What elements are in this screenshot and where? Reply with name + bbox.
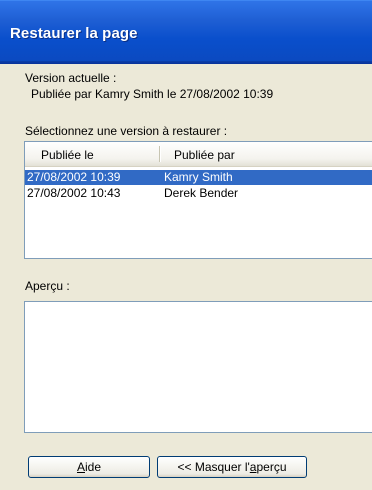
current-version-label: Version actuelle : xyxy=(25,71,117,85)
version-row[interactable]: 27/08/2002 10:39 Kamry Smith xyxy=(25,170,372,185)
version-row[interactable]: 27/08/2002 10:43 Derek Bender xyxy=(25,186,372,201)
column-separator[interactable] xyxy=(159,146,161,162)
title-bar: Restaurer la page xyxy=(0,0,372,64)
restore-page-dialog: Restaurer la page Version actuelle : Pub… xyxy=(0,0,372,490)
versions-list[interactable]: Publiée le Publiée par 27/08/2002 10:39 … xyxy=(24,141,372,259)
versions-list-header: Publiée le Publiée par xyxy=(25,142,372,167)
version-date: 27/08/2002 10:43 xyxy=(27,186,121,200)
dialog-title: Restaurer la page xyxy=(10,25,138,42)
current-version-detail: Publiée par Kamry Smith le 27/08/2002 10… xyxy=(31,87,274,101)
column-header-date[interactable]: Publiée le xyxy=(41,148,94,162)
version-author: Kamry Smith xyxy=(164,170,233,184)
version-date: 27/08/2002 10:39 xyxy=(27,170,121,184)
column-header-author[interactable]: Publiée par xyxy=(174,148,235,162)
preview-pane[interactable] xyxy=(24,301,372,433)
version-author: Derek Bender xyxy=(164,186,239,200)
preview-label: Aperçu : xyxy=(25,279,70,293)
select-version-label: Sélectionnez une version à restaurer : xyxy=(25,124,228,138)
help-button[interactable]: Aide xyxy=(28,456,150,478)
hide-preview-button[interactable]: << Masquer l'aperçu xyxy=(157,456,307,478)
